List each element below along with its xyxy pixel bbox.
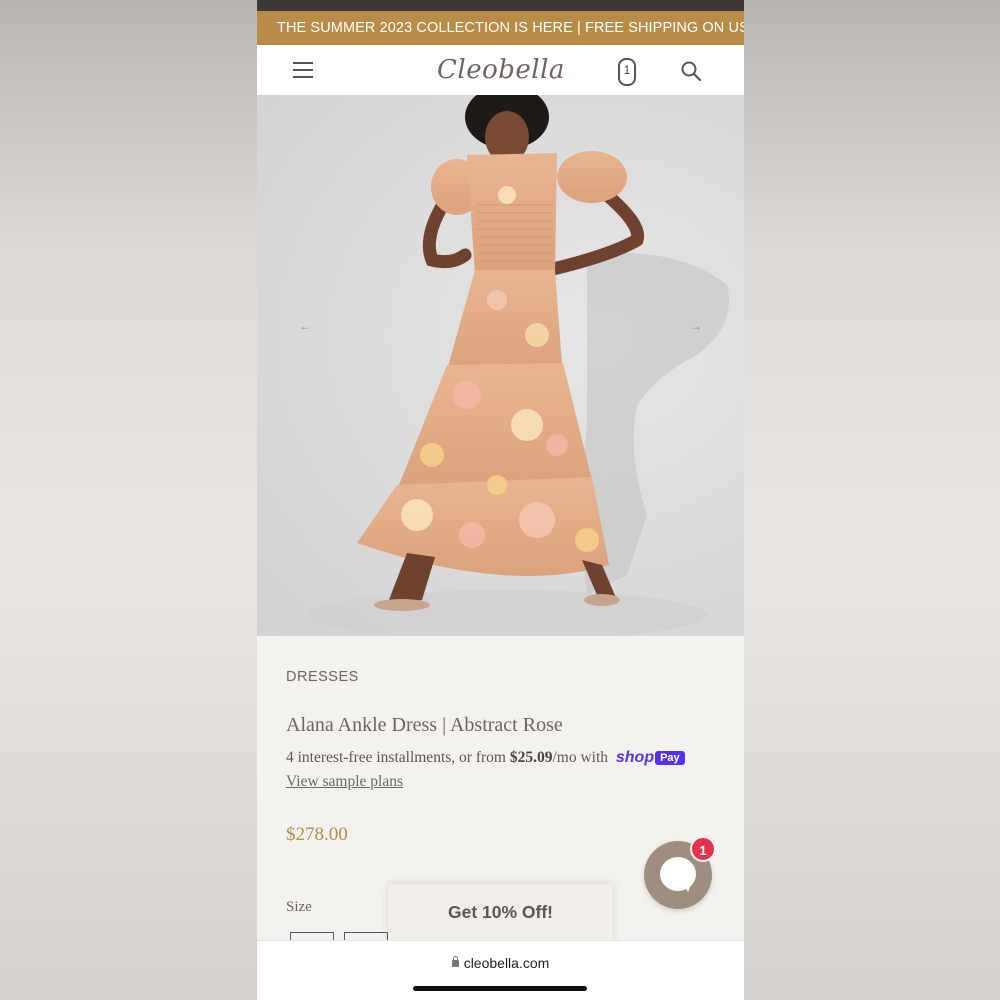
shop-pay-pill: Pay bbox=[655, 751, 685, 765]
cart-icon[interactable]: 1 bbox=[618, 58, 636, 86]
dress-photo bbox=[307, 95, 729, 636]
installments-prefix: 4 interest-free installments, or from bbox=[286, 749, 510, 766]
product-title: Alana Ankle Dress | Abstract Rose bbox=[286, 714, 563, 736]
installments-suffix: /mo with bbox=[552, 749, 612, 766]
installment-amount: $25.09 bbox=[509, 749, 553, 766]
brand-logo[interactable]: Cleobella bbox=[437, 51, 564, 89]
background-right bbox=[744, 0, 1000, 1000]
url-display: cleobella.com bbox=[257, 955, 744, 971]
previous-image-arrow[interactable]: ← bbox=[299, 319, 311, 333]
site-header: Cleobella 1 bbox=[257, 45, 744, 95]
home-indicator[interactable] bbox=[413, 986, 587, 991]
installments-text: 4 interest-free installments, or from $2… bbox=[286, 749, 685, 767]
status-strip bbox=[257, 0, 744, 11]
browser-url-bar[interactable]: cleobella.com bbox=[257, 940, 744, 1000]
promo-text: Get 10% Off! bbox=[447, 902, 554, 922]
cart-count: 1 bbox=[623, 63, 631, 77]
next-image-arrow[interactable]: → bbox=[690, 319, 702, 333]
menu-icon[interactable] bbox=[293, 62, 313, 78]
search-icon[interactable] bbox=[681, 61, 701, 81]
lock-icon bbox=[451, 956, 459, 967]
shop-pay-logo: shop bbox=[615, 749, 655, 766]
product-price: $278.00 bbox=[286, 824, 348, 845]
product-image[interactable]: ← → bbox=[257, 95, 744, 636]
url-text: cleobella.com bbox=[463, 955, 550, 971]
background-left bbox=[0, 0, 257, 1000]
announcement-bar[interactable]: THE SUMMER 2023 COLLECTION IS HERE | FRE… bbox=[257, 11, 744, 45]
phone-screen: THE SUMMER 2023 COLLECTION IS HERE | FRE… bbox=[257, 0, 744, 1000]
size-label: Size bbox=[286, 899, 312, 915]
product-category[interactable]: DRESSES bbox=[286, 669, 359, 685]
view-sample-plans-link[interactable]: View sample plans bbox=[286, 773, 403, 791]
chat-notification-badge: 1 bbox=[690, 836, 716, 862]
chat-icon bbox=[660, 857, 696, 891]
